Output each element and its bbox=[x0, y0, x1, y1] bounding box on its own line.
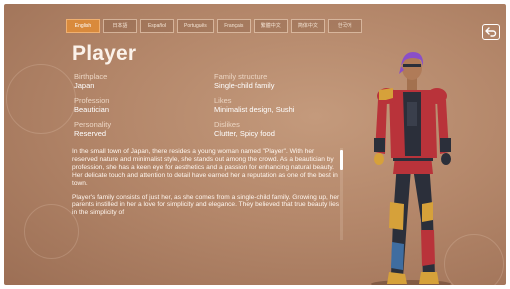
character-model bbox=[371, 52, 451, 285]
language-tab-simplified-chinese[interactable]: 简体中文 bbox=[290, 19, 325, 33]
attr-label: Dislikes bbox=[214, 120, 240, 129]
attr-value: Beautician bbox=[74, 105, 110, 114]
attr-value: Reserved bbox=[74, 129, 107, 138]
attr-label: Likes bbox=[214, 96, 232, 105]
back-button[interactable] bbox=[482, 24, 500, 40]
attr-value: Japan bbox=[74, 81, 95, 90]
language-tab-portuguese[interactable]: Português bbox=[177, 19, 214, 33]
attr-value: Clutter, Spicy food bbox=[214, 129, 275, 138]
attr-profession: Profession Beautician bbox=[74, 96, 109, 115]
decorative-circle bbox=[6, 64, 76, 134]
attr-value: Single-child family bbox=[214, 81, 275, 90]
language-tab-traditional-chinese[interactable]: 繁體中文 bbox=[253, 19, 288, 33]
language-tab-japanese[interactable]: 日本語 bbox=[103, 19, 137, 33]
language-selector: English 日本語 Español Português Français 繁… bbox=[66, 19, 362, 33]
bio-paragraph: Player's family consists of just her, as… bbox=[72, 193, 340, 217]
attr-label: Family structure bbox=[214, 72, 268, 81]
character-biography[interactable]: In the small town of Japan, there reside… bbox=[72, 148, 340, 240]
language-tab-french[interactable]: Français bbox=[216, 19, 251, 33]
bio-scrollbar[interactable] bbox=[340, 148, 343, 240]
attr-value: Minimalist design, Sushi bbox=[214, 105, 295, 114]
language-tab-spanish[interactable]: Español bbox=[140, 19, 174, 33]
back-arrow-icon bbox=[485, 27, 497, 37]
language-tab-korean[interactable]: 한국어 bbox=[327, 19, 362, 33]
attr-label: Profession bbox=[74, 96, 110, 105]
attr-label: Personality bbox=[74, 120, 112, 129]
character-name: Player bbox=[72, 42, 137, 65]
bio-paragraph: In the small town of Japan, there reside… bbox=[72, 148, 338, 187]
decorative-circle bbox=[24, 204, 79, 259]
language-tab-english[interactable]: English bbox=[66, 19, 100, 33]
attr-personality: Personality Reserved bbox=[74, 120, 111, 139]
attr-label: Birthplace bbox=[74, 72, 108, 81]
scrollbar-thumb[interactable] bbox=[340, 150, 343, 170]
character-profile-screen: English 日本語 Español Português Français 繁… bbox=[4, 4, 506, 285]
attr-likes: Likes Minimalist design, Sushi bbox=[214, 96, 294, 115]
attr-family-structure: Family structure Single-child family bbox=[214, 72, 274, 91]
attr-dislikes: Dislikes Clutter, Spicy food bbox=[214, 120, 275, 139]
attr-birthplace: Birthplace Japan bbox=[74, 72, 107, 91]
